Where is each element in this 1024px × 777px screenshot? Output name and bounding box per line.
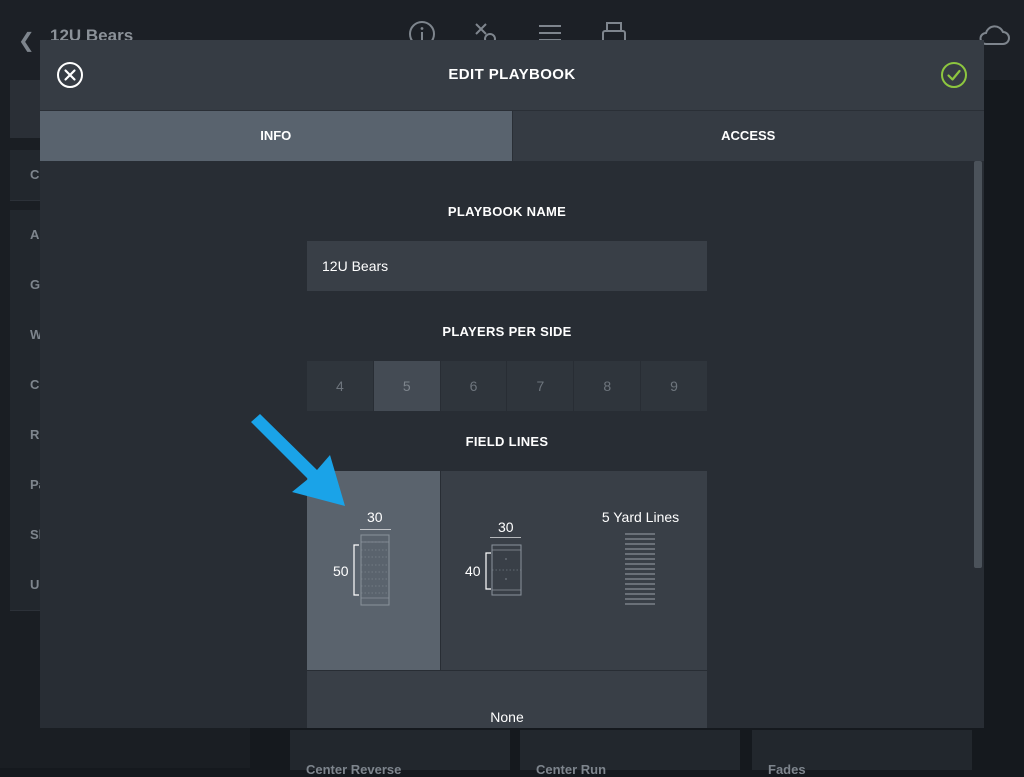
sidebar-item[interactable]: W <box>10 310 40 361</box>
sidebar-item[interactable]: Pa <box>10 460 40 511</box>
sidebar-search[interactable] <box>10 80 40 138</box>
players-option-7[interactable]: 7 <box>507 361 575 411</box>
field-option-title: None <box>490 709 524 725</box>
play-card[interactable]: Center Run <box>520 730 740 777</box>
field-diagram-icon <box>353 529 391 606</box>
play-card[interactable]: Fades <box>752 730 972 777</box>
back-icon[interactable]: ❮ <box>18 28 35 53</box>
sidebar-item[interactable]: Al <box>10 210 40 261</box>
field-width-value: 30 <box>367 509 383 525</box>
field-lines-label: FIELD LINES <box>465 434 549 449</box>
sidebar-item[interactable]: Ur <box>10 560 40 611</box>
sidebar-item[interactable]: Sh <box>10 510 40 561</box>
tab-access[interactable]: ACCESS <box>511 111 984 161</box>
play-card[interactable]: Center Reverse <box>290 730 510 777</box>
play-card-title: Center Reverse <box>306 762 402 777</box>
scrollbar[interactable] <box>974 161 982 568</box>
yard-lines-icon <box>625 533 655 605</box>
field-width-value: 30 <box>498 519 514 535</box>
field-lines-selector: 30 50 30 40 5 Yard Lines None <box>307 471 707 728</box>
sidebar-item[interactable]: Ga <box>10 260 40 311</box>
pointer-arrow-icon <box>251 414 345 506</box>
field-diagram-icon <box>485 537 522 596</box>
players-option-4[interactable]: 4 <box>307 361 374 411</box>
field-length-value: 40 <box>465 563 481 579</box>
edit-playbook-modal: EDIT PLAYBOOK INFO ACCESS PLAYBOOK NAME … <box>40 40 984 728</box>
sidebar-item[interactable]: Ru <box>10 410 40 461</box>
players-option-8[interactable]: 8 <box>574 361 642 411</box>
play-card-title: Fades <box>768 762 806 777</box>
playbook-name-label: PLAYBOOK NAME <box>447 204 567 219</box>
modal-header: EDIT PLAYBOOK <box>40 40 984 111</box>
play-card-title: Center Run <box>536 762 607 777</box>
field-option-title: 5 Yard Lines <box>601 509 680 525</box>
modal-tabs: INFO ACCESS <box>40 111 984 161</box>
sidebar-item[interactable]: Co <box>10 360 40 411</box>
field-option-30x40[interactable]: 30 40 <box>441 471 574 670</box>
field-option-5-yard-lines[interactable]: 5 Yard Lines <box>574 471 707 670</box>
players-per-side-selector: 4 5 6 7 8 9 <box>307 361 707 411</box>
players-option-9[interactable]: 9 <box>641 361 707 411</box>
modal-title: EDIT PLAYBOOK <box>448 66 576 83</box>
players-per-side-label: PLAYERS PER SIDE <box>442 324 572 339</box>
field-length-value: 50 <box>333 563 349 579</box>
field-option-none[interactable]: None <box>307 671 707 728</box>
tab-info[interactable]: INFO <box>40 111 512 161</box>
players-option-5[interactable]: 5 <box>373 361 441 411</box>
players-option-6[interactable]: 6 <box>441 361 508 411</box>
check-icon[interactable] <box>940 61 968 89</box>
playbook-name-input[interactable] <box>307 241 707 291</box>
sidebar-item[interactable]: C <box>10 150 40 201</box>
